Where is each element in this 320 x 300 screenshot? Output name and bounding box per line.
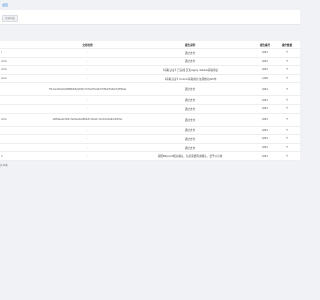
row-report-desc: 通过支付 (184, 118, 196, 122)
row-report-desc: 通过支付 (184, 88, 196, 92)
header-col-0 (0, 41, 41, 48)
row-report-no: 0/01 (262, 87, 268, 91)
back-link[interactable]: 返回 (2, 3, 8, 7)
row-account (0, 83, 41, 95)
row-tx-hash: - (87, 154, 88, 158)
table-row: n - 请把Bitpoint相关确认，信息需要再次确认，会予以可用 0/01 T (0, 152, 300, 161)
row-report-desc: 通过支付 (184, 129, 196, 133)
row-account (0, 96, 41, 104)
header-report-no: 报告编号 (259, 43, 271, 47)
row-tx-hash: - (87, 59, 88, 63)
row-account: com (1, 77, 7, 81)
table-row: - 通过支付 0/01 T (0, 144, 300, 153)
table-row: 7f14ce3d9ad0d08f8b0b82a580c707b42f7e4bcf… (0, 83, 300, 97)
row-account: r (1, 51, 3, 55)
row-report-no: 0/01 (262, 154, 268, 158)
row-tx-hash: - (87, 146, 88, 150)
row-report-desc: 通过支付 (184, 146, 196, 150)
row-tx-hash: - (87, 98, 88, 102)
header-tx-hash: 交易哈希 (82, 43, 93, 47)
row-action[interactable]: T (276, 83, 298, 95)
header-actions: 操作数据 (281, 43, 293, 47)
row-action[interactable]: T (276, 49, 298, 57)
table-row: com a9f82ae4a7bf2c3e02a4d0e8f0b5c3d9a1c7e… (0, 114, 300, 127)
row-report-no: 0/01 (262, 107, 268, 111)
row-report-no: 0/01 (262, 68, 268, 72)
table-row: - 通过支付 0/01 T (0, 96, 300, 105)
row-account (0, 135, 41, 143)
table-row: r - 通过支付 0/01 T (0, 49, 300, 58)
row-report-desc: 通过支付 (184, 107, 196, 111)
row-tx-hash: 7f14ce3d9ad0d08f8b0b82a580c707b42f7e4bcf… (48, 87, 127, 91)
row-action[interactable]: T (276, 135, 298, 143)
row-action[interactable]: T (276, 66, 298, 74)
row-report-desc: 通过支付 (184, 60, 196, 64)
row-account (0, 105, 41, 113)
row-account: com (1, 118, 7, 122)
row-account (0, 144, 41, 152)
row-action[interactable]: T (276, 144, 298, 152)
row-tx-hash: - (87, 128, 88, 132)
table-row: - 通过支付 0/01 T (0, 135, 300, 144)
row-report-no: 0/01 (262, 146, 268, 150)
row-report-no: 0/01 (262, 137, 268, 141)
row-report-desc: 通过支付 (184, 137, 196, 141)
records-table: 交易哈希 报告说明 报告编号 操作数据 r - 通过支付 0/01 Tcom - 通过支付 0… (0, 41, 300, 161)
row-action[interactable]: T (276, 127, 298, 135)
row-report-no: 0/01 (262, 118, 268, 122)
row-report-desc: 【获取认证】Unlock获取成功 处理成功API中 (163, 77, 217, 81)
row-tx-hash: - (87, 68, 88, 72)
row-report-desc: 通过支付 (184, 99, 196, 103)
table-footer: 共12条 (0, 164, 8, 167)
row-account: com (1, 68, 7, 72)
table-row: - 通过支付 0/01 T (0, 105, 300, 114)
row-report-no: 1/00 (262, 77, 268, 81)
row-report-no: 0/01 (262, 98, 268, 102)
row-action[interactable]: T (276, 75, 298, 83)
row-report-no: 0/01 (262, 51, 268, 55)
row-tx-hash: a9f82ae4a7bf2c3e02a4d0e8f0b5c3d9a1c7e12c… (52, 118, 123, 122)
row-account: n (1, 154, 3, 158)
row-tx-hash: - (87, 51, 88, 55)
row-tx-hash: - (87, 77, 88, 81)
row-action[interactable]: T (276, 152, 298, 160)
row-action[interactable]: T (276, 114, 298, 126)
row-tx-hash: - (87, 107, 88, 111)
row-report-desc: 请把Bitpoint相关确认，信息需要再次确认，会予以可用 (157, 155, 223, 159)
row-report-no: 0/01 (262, 59, 268, 63)
row-report-desc: 通过支付 (184, 51, 196, 55)
row-report-desc: 【获取认证】已完成 买卖Apply details获取验证 (161, 68, 219, 72)
row-account: com (1, 59, 7, 63)
row-tx-hash: - (87, 137, 88, 141)
row-report-no: 0/01 (262, 128, 268, 132)
table-row: com - 通过支付 0/01 T (0, 58, 300, 67)
row-account (0, 127, 41, 135)
row-action[interactable]: T (276, 105, 298, 113)
query-button[interactable]: 查询列表 (2, 15, 18, 22)
row-action[interactable]: T (276, 96, 298, 104)
header-report-desc: 报告说明 (184, 43, 196, 47)
filter-panel: 查询列表 (0, 10, 300, 25)
table-row: - 通过支付 0/01 T (0, 127, 300, 136)
table-row: com - 【获取认证】Unlock获取成功 处理成功API中 1/00 T (0, 75, 300, 84)
row-action[interactable]: T (276, 58, 298, 66)
table-row: com - 【获取认证】已完成 买卖Apply details获取验证 0/01 T (0, 66, 300, 75)
table-header-row: 交易哈希 报告说明 报告编号 操作数据 (0, 41, 300, 49)
